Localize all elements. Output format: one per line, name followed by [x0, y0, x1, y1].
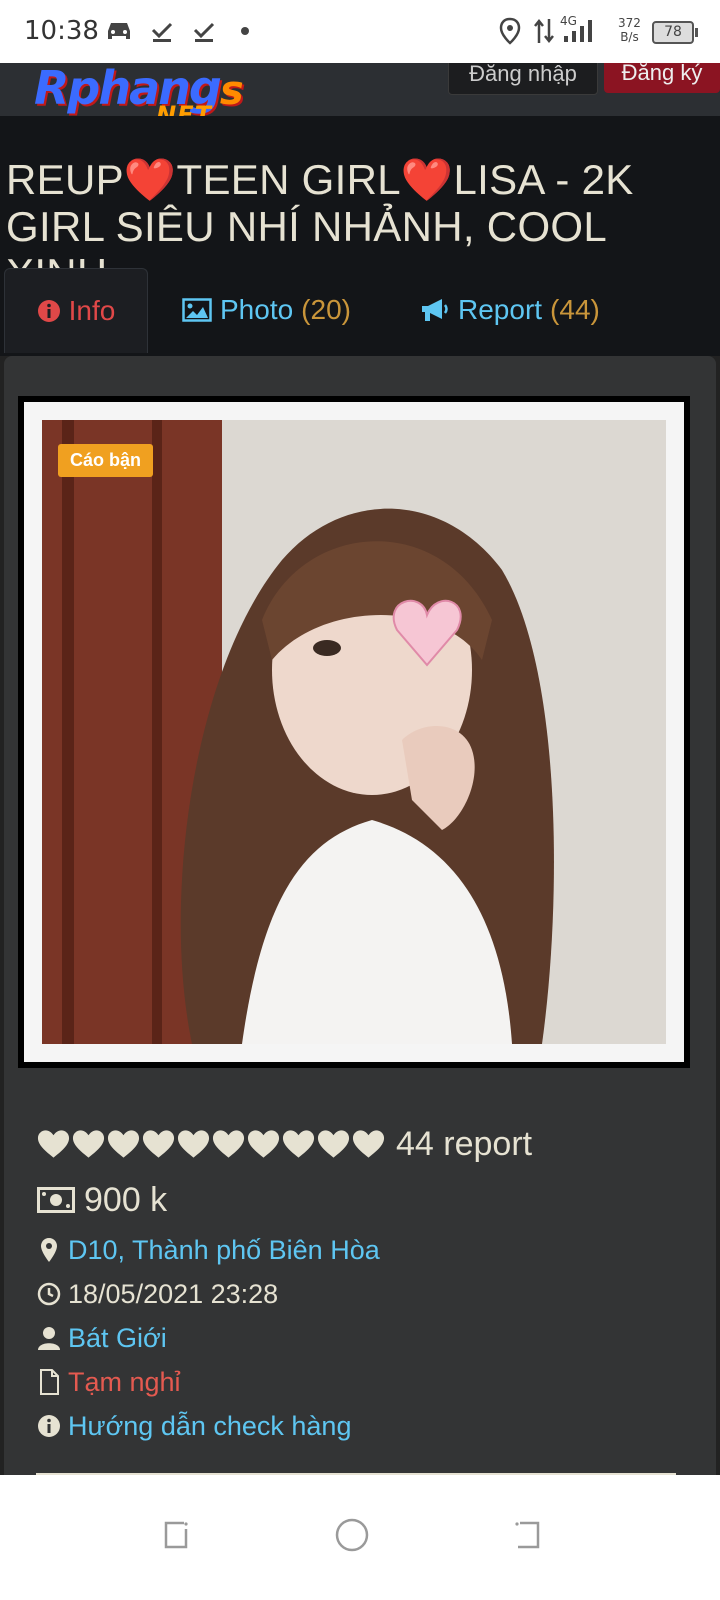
- photo-stamp-border: Cáo bận: [24, 402, 684, 1062]
- hearts-rating: [36, 1128, 386, 1160]
- info-card: Cáo bận 44 report 900 k D10, Thành phố B…: [4, 356, 716, 1506]
- clock: 10:38: [24, 16, 99, 46]
- download-done-icon: [192, 16, 216, 46]
- tab-report[interactable]: Report (44): [420, 268, 600, 352]
- guide-row: Hướng dẫn check hàng: [36, 1404, 696, 1448]
- availability-status: Tạm nghỉ: [68, 1366, 181, 1397]
- profile-photo[interactable]: Cáo bận: [42, 420, 666, 1044]
- data-arrows-icon: [532, 16, 556, 46]
- recent-apps-icon[interactable]: [146, 1505, 206, 1565]
- post-datetime: 18/05/2021 23:28: [68, 1278, 279, 1309]
- home-icon[interactable]: [322, 1505, 382, 1565]
- network-speed: 372 B/s: [618, 16, 641, 44]
- download-done-icon: [150, 16, 174, 46]
- tab-photo[interactable]: Photo (20): [182, 268, 351, 352]
- heart-icon: [282, 1130, 315, 1158]
- status-bar: 10:38 4G 372 B/s 78: [0, 0, 720, 63]
- site-logo[interactable]: Rphangs .NET: [34, 63, 244, 116]
- dot-icon: [240, 16, 250, 46]
- heart-icon: [177, 1130, 210, 1158]
- location-row: D10, Thành phố Biên Hòa: [36, 1228, 696, 1272]
- map-marker-icon: [36, 1237, 62, 1263]
- image-icon: [182, 298, 212, 322]
- logo-s: s: [219, 68, 244, 114]
- megaphone-icon: [420, 297, 450, 323]
- heart-icon: [212, 1130, 245, 1158]
- status-row: Tạm nghỉ: [36, 1360, 696, 1404]
- details-list: 44 report 900 k D10, Thành phố Biên Hòa …: [36, 1116, 696, 1448]
- heart-icon: [352, 1130, 385, 1158]
- register-button[interactable]: Đăng ký: [604, 63, 720, 93]
- system-nav-bar: [0, 1475, 720, 1600]
- rating-row: 44 report: [36, 1116, 696, 1172]
- clock-icon: [36, 1282, 62, 1306]
- photo-illustration: [42, 420, 666, 1044]
- heart-icon: [142, 1130, 175, 1158]
- author-link[interactable]: Bát Giới: [68, 1323, 167, 1354]
- money-icon: [36, 1187, 76, 1213]
- user-icon: [36, 1326, 62, 1350]
- tab-photo-label: Photo: [220, 294, 294, 325]
- file-icon: [36, 1369, 62, 1395]
- tab-report-count: (44): [550, 294, 600, 325]
- status-badge: Cáo bận: [58, 444, 154, 477]
- price-value: 900 k: [84, 1180, 168, 1219]
- price-row: 900 k: [36, 1172, 696, 1228]
- heart-icon: [72, 1130, 105, 1158]
- heart-icon: [37, 1130, 70, 1158]
- back-icon[interactable]: [498, 1505, 558, 1565]
- tab-report-label: Report: [458, 294, 543, 325]
- guide-link[interactable]: Hướng dẫn check hàng: [68, 1411, 351, 1442]
- tab-info[interactable]: Info: [4, 268, 148, 353]
- location-link[interactable]: D10, Thành phố Biên Hòa: [68, 1235, 380, 1266]
- site-header: Rphangs .NET Đăng nhập Đăng ký: [0, 63, 720, 116]
- battery-indicator: 78: [652, 21, 698, 44]
- tab-photo-count: (20): [301, 294, 351, 325]
- tab-info-label: Info: [68, 295, 116, 326]
- datetime-row: 18/05/2021 23:28: [36, 1272, 696, 1316]
- signal-icon: [562, 16, 594, 46]
- heart-icon: [107, 1130, 140, 1158]
- heart-icon: [247, 1130, 280, 1158]
- tab-bar: Info Photo (20) Report (44): [0, 268, 720, 353]
- title-section: REUP❤️TEEN GIRL❤️LISA - 2K GIRL SIÊU NHÍ…: [0, 116, 720, 356]
- photo-frame[interactable]: Cáo bận: [18, 396, 690, 1068]
- car-icon: [104, 16, 134, 46]
- author-row: Bát Giới: [36, 1316, 696, 1360]
- login-button[interactable]: Đăng nhập: [448, 63, 598, 95]
- info-icon: [37, 299, 61, 323]
- report-count: 44 report: [396, 1124, 533, 1163]
- info-icon: [36, 1414, 62, 1438]
- heart-icon: [317, 1130, 350, 1158]
- logo-net: .NET: [146, 101, 212, 116]
- location-icon: [498, 16, 522, 46]
